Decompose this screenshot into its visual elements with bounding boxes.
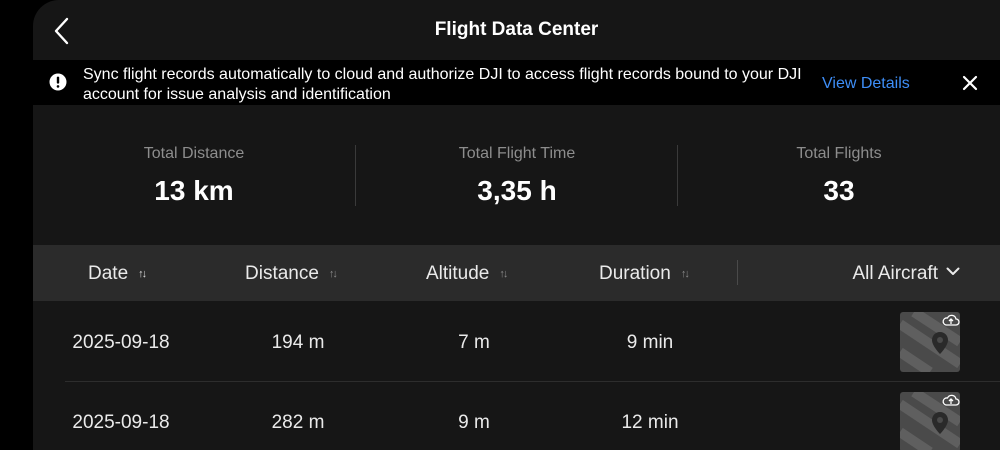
aircraft-filter-dropdown[interactable]: All Aircraft	[852, 263, 960, 285]
stat-value: 3,35 h	[477, 175, 557, 206]
stat-value: 13 km	[154, 175, 234, 206]
stat-total-flight-time: Total Flight Time 3,35 h	[356, 145, 678, 207]
cell-distance: 194 m	[271, 332, 325, 353]
view-details-link[interactable]: View Details	[822, 75, 910, 93]
cell-altitude: 9 m	[458, 412, 490, 433]
sort-icon: ↑↓	[680, 268, 690, 280]
column-label: Altitude	[426, 263, 490, 284]
column-header-date[interactable]: Date ↑↓	[88, 263, 147, 285]
map-pin-icon	[900, 312, 960, 372]
exclamation-circle-icon	[49, 73, 67, 91]
stat-value: 33	[823, 175, 855, 206]
stat-total-distance: Total Distance 13 km	[33, 145, 355, 207]
cloud-upload-icon	[942, 394, 960, 406]
cell-date: 2025-09-18	[72, 332, 170, 353]
header: Flight Data Center	[33, 0, 1000, 60]
cell-distance: 282 m	[271, 412, 325, 433]
cell-duration: 9 min	[626, 332, 674, 353]
stats-summary: Total Distance 13 km Total Flight Time 3…	[33, 105, 1000, 245]
map-pin-icon	[900, 392, 960, 450]
aircraft-filter-label: All Aircraft	[852, 263, 938, 284]
stat-label: Total Flights	[796, 145, 882, 162]
chevron-down-icon	[946, 267, 960, 275]
column-header-altitude[interactable]: Altitude ↑↓	[426, 263, 508, 285]
flight-map-thumbnail[interactable]	[900, 312, 960, 372]
cell-altitude: 7 m	[458, 332, 490, 353]
close-icon	[962, 75, 978, 91]
cell-date: 2025-09-18	[72, 412, 170, 433]
sort-icon: ↑↓	[138, 268, 147, 280]
cloud-upload-icon	[942, 314, 960, 326]
header-divider	[737, 260, 738, 285]
notice-text: Sync flight records automatically to clo…	[83, 66, 802, 103]
sort-icon: ↑↓	[328, 268, 338, 280]
page-title: Flight Data Center	[434, 19, 599, 40]
column-header-duration[interactable]: Duration ↑↓	[599, 263, 690, 285]
column-label: Duration	[599, 263, 671, 284]
table-row[interactable]: 2025-09-18 282 m 9 m 12 min	[33, 382, 1000, 450]
flight-map-thumbnail[interactable]	[900, 392, 960, 450]
cell-duration: 12 min	[621, 412, 679, 433]
column-header-distance[interactable]: Distance ↑↓	[245, 263, 338, 285]
sync-notice-banner: Sync flight records automatically to clo…	[33, 60, 1000, 105]
column-label: Distance	[245, 263, 319, 284]
stat-total-flights: Total Flights 33	[678, 145, 1000, 207]
flight-data-center-panel: Flight Data Center Sync flight records a…	[33, 0, 1000, 450]
sort-icon: ↑↓	[499, 268, 508, 280]
table-header: Date ↑↓ Distance ↑↓ Altitude ↑↓ Duration ↑↓ …	[33, 245, 1000, 301]
close-notice-button[interactable]	[960, 73, 980, 93]
table-row[interactable]: 2025-09-18 194 m 7 m 9 min	[33, 302, 1000, 382]
stat-label: Total Distance	[143, 145, 245, 162]
stat-label: Total Flight Time	[458, 145, 576, 162]
column-label: Date	[88, 263, 129, 284]
